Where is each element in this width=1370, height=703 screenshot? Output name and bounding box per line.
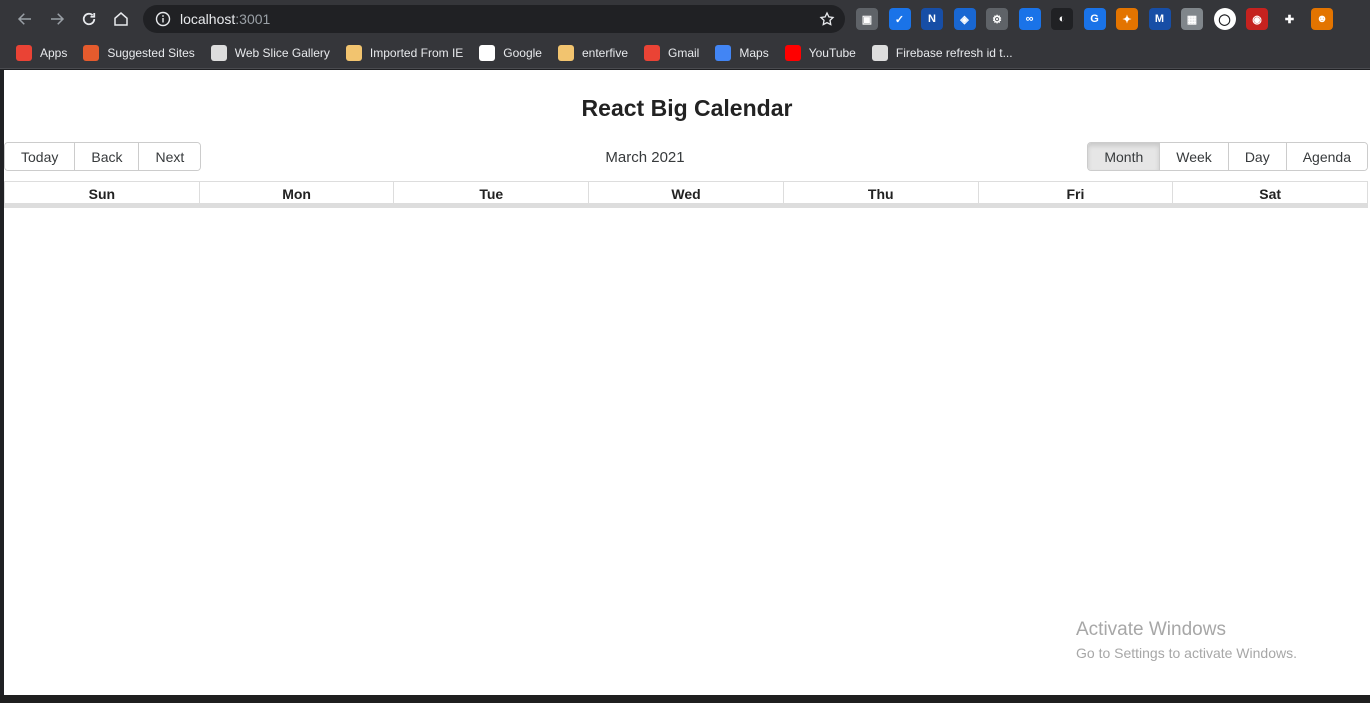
bookmark-item[interactable]: Web Slice Gallery — [210, 45, 330, 61]
bookmark-label: Apps — [40, 46, 68, 60]
puzzle-extension-icon[interactable]: ✚ — [1278, 8, 1301, 30]
weekday-header: Tue — [393, 182, 588, 203]
bookmark-item[interactable]: Gmail — [644, 45, 699, 61]
day-view-button[interactable]: Day — [1228, 143, 1287, 170]
bookmark-star-icon[interactable] — [819, 11, 835, 27]
page-title: React Big Calendar — [581, 95, 793, 121]
bookmarks-bar: Apps Suggested Sites Web Slice Gallery Impo… — [0, 38, 1370, 69]
taskbar — [0, 695, 1370, 703]
owl-extension-icon[interactable]: ◉ — [1246, 8, 1268, 30]
bookmark-label: YouTube — [808, 46, 856, 60]
bookmark-item[interactable]: Google — [479, 45, 542, 61]
browser-toolbar: localhost:3001 ▣ ✓ N ◈ ⚙ ∞ ◐ G ✦ M ▦ ◯ ◉ ✚ ☻ — [0, 0, 1370, 38]
extensions-bar: ▣ ✓ N ◈ ⚙ ∞ ◐ G ✦ M ▦ ◯ ◉ ✚ ☻ — [856, 8, 1344, 30]
check-extension-icon[interactable]: ✓ — [888, 8, 911, 30]
weekday-header: Sun — [88, 186, 116, 202]
bookmark-label: Maps — [739, 46, 769, 60]
shield-extension-icon[interactable]: ◈ — [953, 8, 976, 30]
bookmark-label: Google — [503, 46, 542, 60]
swirl-extension-icon[interactable]: ✦ — [1116, 8, 1138, 30]
box-extension-icon[interactable]: ▦ — [1181, 8, 1203, 30]
bookmark-favicon-icon — [644, 45, 661, 61]
url-port: :3001 — [235, 11, 271, 27]
bookmark-favicon-icon — [210, 45, 227, 61]
gear-extension-icon[interactable]: ⚙ — [986, 8, 1008, 30]
bookmark-favicon-icon — [345, 45, 362, 61]
bookmark-label: Suggested Sites — [107, 46, 195, 60]
bookmark-item[interactable]: YouTube — [784, 45, 856, 61]
bookmark-item[interactable]: Suggested Sites — [83, 45, 195, 61]
bookmark-item[interactable]: Firebase refresh id t... — [871, 45, 1013, 61]
address-bar[interactable]: localhost:3001 — [143, 5, 845, 33]
weekday-header: Fri — [977, 182, 1173, 203]
week-view-button[interactable]: Week — [1160, 143, 1229, 170]
view-button-group: Month Week Day Agenda — [1087, 142, 1368, 171]
bookmark-favicon-icon — [715, 45, 732, 61]
bookmark-item[interactable]: enterfive — [557, 45, 629, 61]
agenda-view-button[interactable]: Agenda — [1286, 143, 1367, 170]
bookmark-favicon-icon — [557, 45, 574, 61]
bookmark-label: Gmail — [668, 46, 700, 60]
bookmark-label: Firebase refresh id t... — [895, 46, 1013, 60]
link-extension-icon[interactable]: ∞ — [1018, 8, 1041, 30]
bookmark-favicon-icon — [16, 45, 32, 61]
month-view-button[interactable]: Month — [1088, 143, 1161, 170]
bookmark-favicon-icon — [479, 45, 496, 61]
m-extension-icon[interactable]: M — [1148, 8, 1171, 30]
bookmark-favicon-icon — [871, 45, 888, 61]
watermark-title: Activate Windows — [1076, 619, 1226, 640]
info-icon[interactable] — [155, 11, 171, 27]
n-extension-icon[interactable]: N — [921, 8, 943, 30]
bookmark-label: Imported From IE — [369, 46, 464, 60]
home-icon[interactable] — [105, 3, 137, 35]
weekday-header: Thu — [782, 182, 978, 203]
bookmark-label: Web Slice Gallery — [234, 46, 330, 60]
weekday-header: Sat — [1172, 182, 1367, 203]
dark-extension-icon[interactable]: ◐ — [1051, 8, 1073, 30]
back-arrow-icon[interactable] — [9, 3, 41, 35]
calendar-page: React Big Calendar Today Back Next March 2… — [4, 70, 1370, 695]
circle-extension-icon[interactable]: ◯ — [1213, 8, 1236, 30]
forward-arrow-icon[interactable] — [41, 3, 73, 35]
bookmark-item[interactable]: Imported From IE — [345, 45, 464, 61]
url-host: localhost — [180, 11, 236, 27]
bookmark-item[interactable]: Maps — [715, 45, 769, 61]
grammarly-extension-icon[interactable]: G — [1083, 8, 1106, 30]
bookmark-label: enterfive — [581, 46, 629, 60]
camera-extension-icon[interactable]: ▣ — [856, 8, 878, 30]
weekday-header: Wed — [588, 182, 783, 203]
profile-avatar-icon[interactable]: ☻ — [1311, 8, 1333, 30]
bookmark-favicon-icon — [83, 45, 100, 61]
bookmark-favicon-icon — [784, 45, 801, 61]
month-header-row: Sun Mon Tue Wed Thu Fri Sat — [4, 181, 1368, 208]
windows-activation-watermark: Activate Windows Go to Settings to activ… — [1076, 619, 1297, 661]
weekday-header: Mon — [198, 182, 394, 203]
bookmark-item[interactable]: Apps — [16, 45, 67, 61]
watermark-subtitle: Go to Settings to activate Windows. — [1076, 645, 1297, 661]
reload-icon[interactable] — [73, 3, 105, 35]
browser-window: localhost:3001 ▣ ✓ N ◈ ⚙ ∞ ◐ G ✦ M ▦ ◯ ◉ ✚ ☻ Apps Sugge… — [0, 0, 1370, 703]
